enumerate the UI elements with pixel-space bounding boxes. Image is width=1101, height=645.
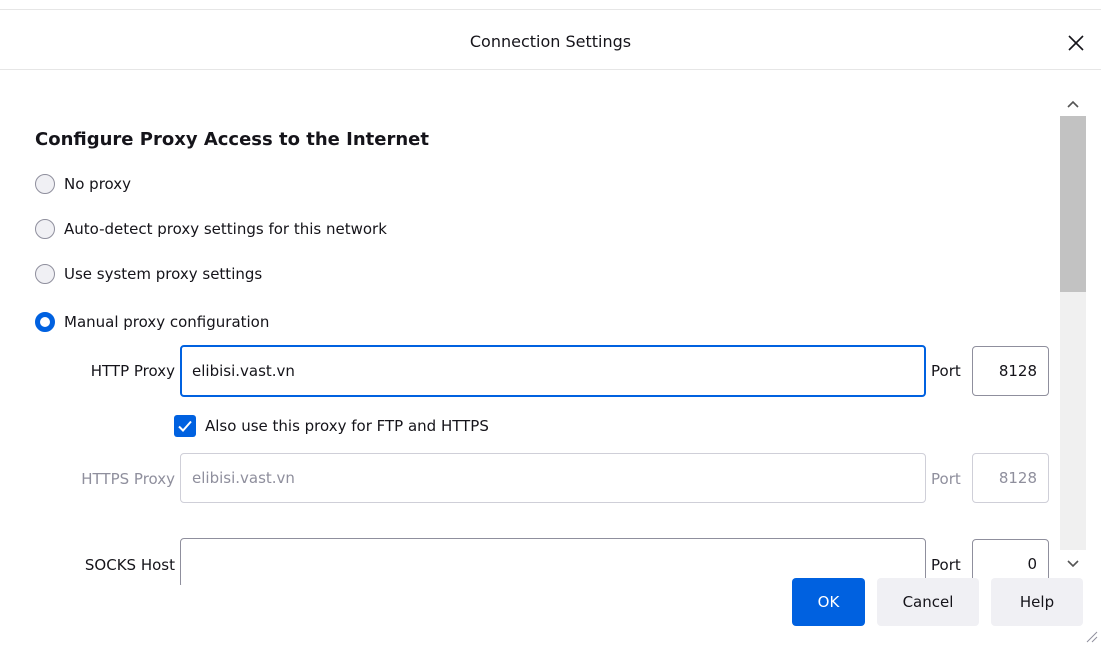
radio-label-system-proxy: Use system proxy settings bbox=[64, 265, 263, 283]
https-proxy-input: elibisi.vast.vn bbox=[180, 453, 926, 503]
https-port-input: 8128 bbox=[972, 453, 1049, 503]
close-icon bbox=[1068, 35, 1084, 51]
radio-indicator bbox=[35, 219, 55, 239]
resize-grip-icon bbox=[1086, 631, 1098, 643]
connection-settings-dialog: Connection Settings Configure Proxy Acce… bbox=[0, 0, 1101, 645]
radio-label-no-proxy: No proxy bbox=[64, 175, 131, 193]
scroll-track[interactable] bbox=[1060, 116, 1086, 550]
socks-host-label: SOCKS Host bbox=[84, 556, 175, 574]
close-button[interactable] bbox=[1060, 27, 1092, 59]
chevron-up-icon bbox=[1067, 100, 1079, 108]
scroll-down-button[interactable] bbox=[1060, 554, 1086, 574]
radio-no-proxy[interactable]: No proxy bbox=[35, 172, 131, 196]
resize-grip[interactable] bbox=[1084, 628, 1098, 643]
radio-label-manual-proxy: Manual proxy configuration bbox=[64, 313, 270, 331]
https-proxy-label: HTTPS Proxy bbox=[81, 470, 175, 488]
dialog-title: Connection Settings bbox=[469, 32, 632, 51]
chevron-down-icon bbox=[1067, 560, 1079, 568]
dialog-top-edge bbox=[0, 0, 1101, 10]
help-button[interactable]: Help bbox=[991, 578, 1083, 626]
https-port-label: Port bbox=[931, 470, 961, 488]
http-proxy-input[interactable]: elibisi.vast.vn bbox=[180, 345, 926, 397]
dialog-titlebar: Connection Settings bbox=[0, 10, 1101, 70]
proxy-section-heading: Configure Proxy Access to the Internet bbox=[35, 129, 429, 150]
checkmark-icon bbox=[178, 420, 192, 432]
also-use-proxy-label: Also use this proxy for FTP and HTTPS bbox=[205, 417, 489, 435]
http-port-label: Port bbox=[931, 362, 961, 380]
also-use-proxy-checkbox-row[interactable]: Also use this proxy for FTP and HTTPS bbox=[174, 415, 489, 437]
dialog-content: Configure Proxy Access to the Internet N… bbox=[0, 70, 1058, 585]
radio-auto-detect[interactable]: Auto-detect proxy settings for this netw… bbox=[35, 217, 387, 241]
also-use-proxy-checkbox[interactable] bbox=[174, 415, 196, 437]
radio-indicator-checked bbox=[35, 312, 55, 332]
http-port-input[interactable]: 8128 bbox=[972, 346, 1049, 396]
radio-indicator bbox=[35, 174, 55, 194]
radio-label-auto-detect: Auto-detect proxy settings for this netw… bbox=[64, 220, 387, 238]
scroll-thumb[interactable] bbox=[1060, 116, 1086, 292]
radio-manual-proxy[interactable]: Manual proxy configuration bbox=[35, 310, 269, 334]
ok-button[interactable]: OK bbox=[792, 578, 865, 626]
radio-indicator bbox=[35, 264, 55, 284]
socks-port-label: Port bbox=[931, 556, 961, 574]
radio-system-proxy[interactable]: Use system proxy settings bbox=[35, 262, 262, 286]
scroll-up-button[interactable] bbox=[1060, 94, 1086, 114]
content-scrollbar[interactable] bbox=[1060, 90, 1086, 576]
http-proxy-label: HTTP Proxy bbox=[90, 362, 175, 380]
cancel-button[interactable]: Cancel bbox=[877, 578, 979, 626]
